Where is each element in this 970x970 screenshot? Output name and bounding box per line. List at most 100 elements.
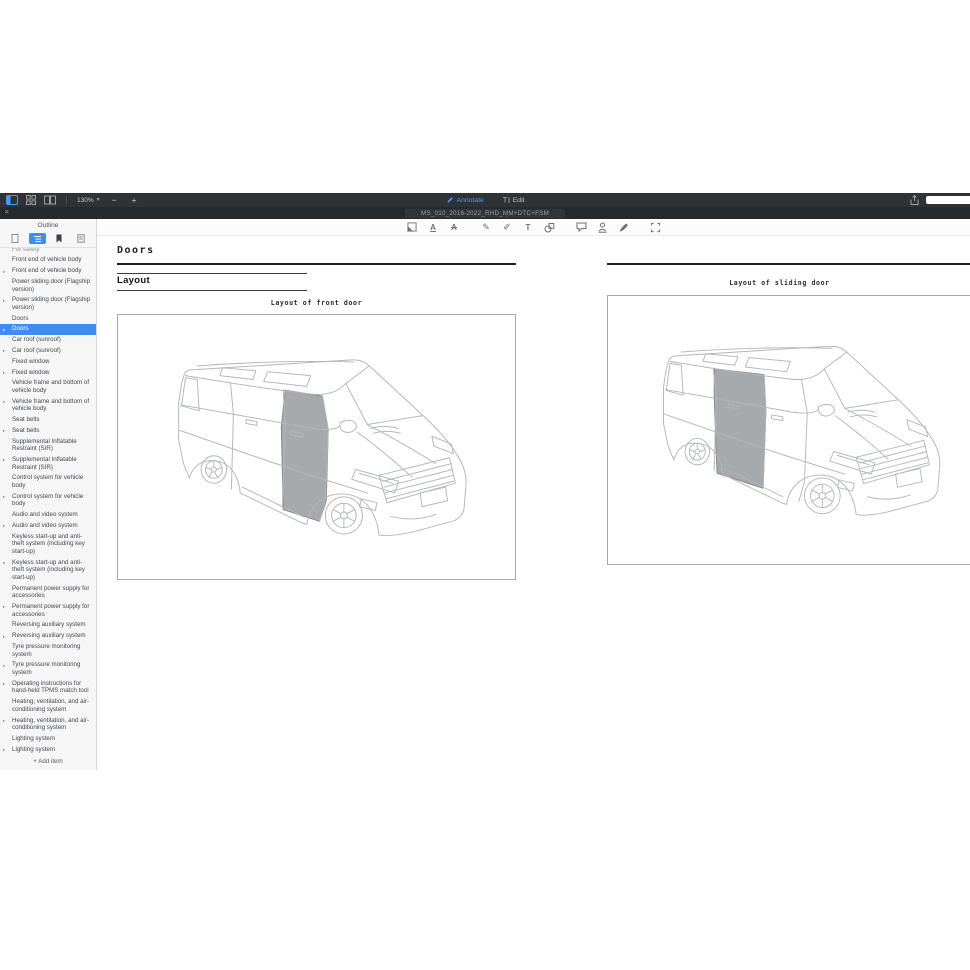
outline-item[interactable]: Control system for vehicle body — [0, 473, 96, 491]
outline-item[interactable]: ▸ Vehicle frame and bottom of vehicle bo… — [0, 396, 96, 414]
outline-item[interactable]: Doors — [0, 313, 96, 324]
pencil-icon[interactable]: ✎ — [480, 221, 492, 233]
outline-item[interactable]: Front end of vehicle body — [0, 255, 96, 266]
outline-item-label: Vehicle frame and bottom of vehicle body — [12, 398, 89, 413]
outline-item[interactable]: ▸ Front end of vehicle body — [0, 266, 96, 277]
outline-item[interactable]: ▸ Tyre pressure monitoring system — [0, 660, 96, 678]
outline-item-label: Front end of vehicle body — [12, 267, 81, 274]
document-tab-bar: ✕ MS_010_2016-2022_RHD_MM+DTC+FSM — [0, 207, 970, 219]
outline-item-label: Lighting system — [12, 735, 55, 742]
outline-item[interactable]: Vehicle frame and bottom of vehicle body — [0, 378, 96, 396]
outline-item[interactable]: ▸ Reversing auxiliary system — [0, 631, 96, 642]
outline-item-label: Heating, ventilation, and air-conditioni… — [12, 717, 89, 732]
outline-item[interactable]: ▸ Car roof (sunroof) — [0, 345, 96, 356]
outline-item[interactable]: Supplemental Inflatable Restraint (SIR) — [0, 436, 96, 454]
outline-item-label: Permanent power supply for accessories — [12, 585, 89, 600]
share-icon[interactable] — [908, 195, 920, 205]
chevron-right-icon: ▸ — [3, 268, 5, 276]
outline-item-label: For safety — [12, 248, 40, 253]
annotation-toolbar: A A ✎ ✐ T — [97, 219, 970, 236]
outline-item-label: Lighting system — [12, 746, 55, 753]
zoom-in-button[interactable]: + — [128, 195, 141, 205]
outline-item[interactable]: ▸ Doors — [0, 324, 96, 335]
page-heading: Doors — [117, 245, 155, 256]
outline-item[interactable]: ▸ Fixed window — [0, 367, 96, 378]
heading-rule-right — [607, 263, 970, 265]
highlight-icon[interactable] — [406, 221, 418, 233]
outline-item[interactable]: Keyless start-up and anti-theft system (… — [0, 531, 96, 557]
zoom-out-button[interactable]: − — [108, 195, 121, 205]
document-page: Doors Layout Layout of front door Layout… — [97, 237, 970, 970]
figure-right-caption: Layout of sliding door — [607, 279, 952, 287]
annotations-tab[interactable] — [73, 233, 90, 244]
outline-item[interactable]: ▸ Supplemental Inflatable Restraint (SIR… — [0, 454, 96, 472]
marker-icon[interactable]: ✐ — [501, 221, 513, 233]
outline-item[interactable]: Tyre pressure monitoring system — [0, 641, 96, 659]
outline-item-label: Operating instructions for hand-held TPM… — [12, 680, 89, 695]
outline-item[interactable]: Audio and video system — [0, 510, 96, 521]
figure-front-door — [117, 314, 516, 580]
outline-item[interactable]: Power sliding door (Flagship version) — [0, 276, 96, 294]
outline-item-label: Fixed window — [12, 358, 50, 365]
outline-sidebar: Outline For safety Front end of vehicle … — [0, 219, 97, 770]
note-icon[interactable] — [575, 221, 587, 233]
outline-item[interactable]: Permanent power supply for accessories — [0, 583, 96, 601]
thumbnails-view-icon[interactable] — [25, 195, 37, 205]
figure-sliding-door — [607, 295, 970, 565]
sidebar-toggle-icon[interactable] — [6, 195, 18, 205]
text-icon[interactable]: T — [522, 221, 534, 233]
chevron-right-icon: ▸ — [3, 369, 5, 377]
document-tab-title[interactable]: MS_010_2016-2022_RHD_MM+DTC+FSM — [405, 209, 565, 218]
chevron-down-icon: ▼ — [96, 197, 101, 203]
outline-item-label: Permanent power supply for accessories — [12, 603, 89, 618]
tab-edit[interactable]: Edit — [502, 196, 525, 204]
outline-item[interactable]: ▸ Heating, ventilation, and air-conditio… — [0, 715, 96, 733]
sidebar-tab-bar — [0, 231, 96, 248]
zoom-level-control[interactable]: 130% ▼ — [77, 197, 101, 204]
toolbar-divider — [66, 196, 67, 204]
outline-item[interactable]: ▸ Permanent power supply for accessories — [0, 601, 96, 619]
strikethrough-icon[interactable]: A — [448, 221, 460, 233]
outline-item[interactable]: ▸ Control system for vehicle body — [0, 491, 96, 509]
outline-item[interactable]: Seat belts — [0, 415, 96, 426]
search-input[interactable] — [926, 196, 970, 204]
outline-item-label: Front end of vehicle body — [12, 256, 81, 263]
outline-item-label: Reversing auxiliary system — [12, 621, 86, 628]
outline-tab[interactable] — [29, 233, 46, 244]
outline-item[interactable]: ▸ Power sliding door (Flagship version) — [0, 295, 96, 313]
add-item-button[interactable]: + Add item — [0, 755, 96, 770]
outline-item-label: Control system for vehicle body — [12, 493, 83, 508]
outline-item[interactable]: ▸ Keyless start-up and anti-theft system… — [0, 557, 96, 583]
outline-item[interactable]: Lighting system — [0, 733, 96, 744]
outline-item[interactable]: ▸ Operating instructions for hand-held T… — [0, 678, 96, 696]
outline-item[interactable]: ▸ Seat belts — [0, 425, 96, 436]
chevron-right-icon: ▸ — [3, 326, 5, 334]
shapes-icon[interactable] — [543, 221, 555, 233]
pen-icon[interactable] — [617, 221, 629, 233]
outline-item-label: Audio and video system — [12, 522, 78, 529]
outline-item-label: Power sliding door (Flagship version) — [12, 296, 90, 311]
bookmarks-tab[interactable] — [51, 233, 68, 244]
section-rule-top — [117, 273, 307, 274]
front-door-shaded-area — [281, 390, 328, 521]
outline-item[interactable]: Fixed window — [0, 356, 96, 367]
chevron-right-icon: ▸ — [3, 559, 5, 567]
outline-item[interactable]: Car roof (sunroof) — [0, 335, 96, 346]
stamp-icon[interactable] — [596, 221, 608, 233]
close-tab-icon[interactable]: ✕ — [4, 209, 9, 217]
underline-icon[interactable]: A — [427, 221, 439, 233]
outline-item-label: Audio and video system — [12, 511, 78, 518]
outline-item[interactable]: For safety — [0, 248, 96, 255]
chevron-right-icon: ▸ — [3, 493, 5, 501]
heading-rule — [117, 263, 516, 265]
outline-item[interactable]: Reversing auxiliary system — [0, 620, 96, 631]
outline-item[interactable]: ▸ Lighting system — [0, 744, 96, 755]
outline-item[interactable]: ▸ Audio and video system — [0, 520, 96, 531]
two-page-view-icon[interactable] — [44, 195, 56, 205]
chevron-right-icon: ▸ — [3, 746, 5, 754]
thumbnails-tab[interactable] — [7, 233, 24, 244]
outline-item-label: Supplemental Inflatable Restraint (SIR) — [12, 438, 77, 453]
tab-annotate[interactable]: Annotate — [446, 196, 484, 204]
fullscreen-icon[interactable] — [649, 221, 661, 233]
outline-item[interactable]: Heating, ventilation, and air-conditioni… — [0, 697, 96, 715]
